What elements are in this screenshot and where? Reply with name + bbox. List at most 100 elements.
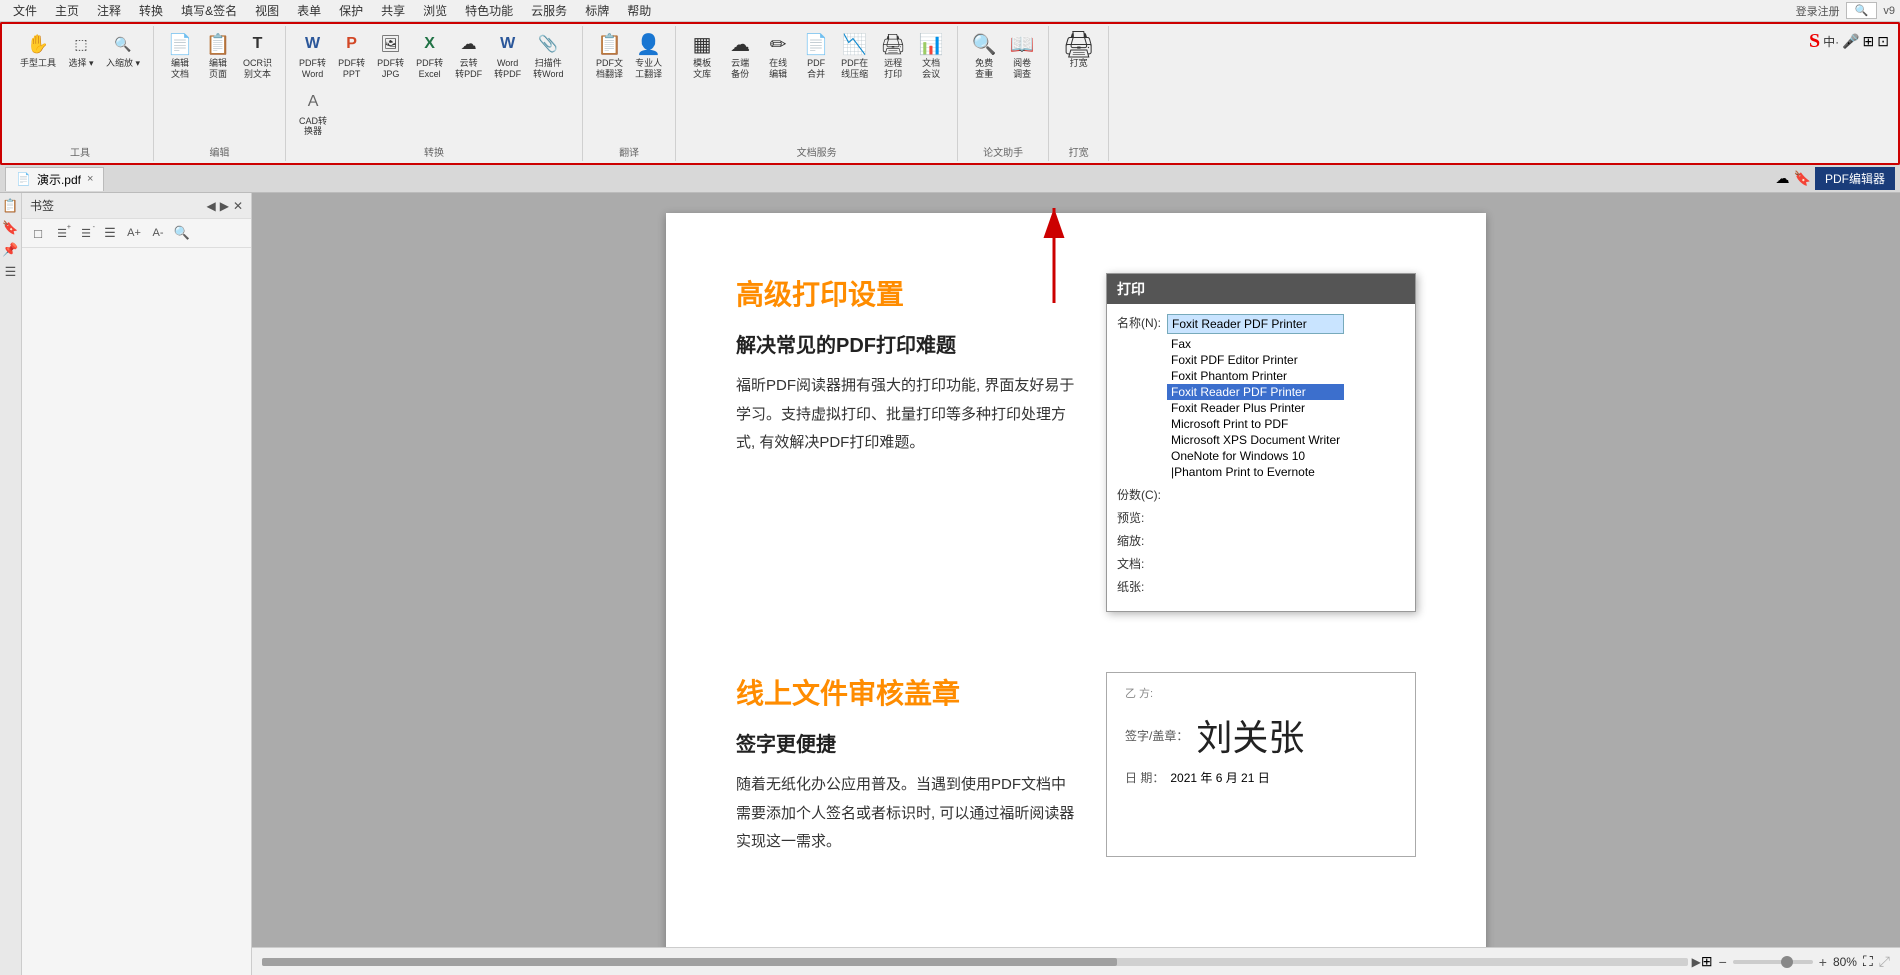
hand-tool-btn[interactable]: ✋ 手型工具: [15, 28, 61, 73]
pdf-translate-btn[interactable]: 📋 PDF文档翻译: [591, 28, 628, 84]
pdf-compress-btn[interactable]: 📉 PDF在线压缩: [836, 28, 873, 84]
mic-icon[interactable]: 🎤: [1842, 33, 1859, 50]
pdf-to-jpg-btn[interactable]: 🖼 PDF转JPG: [372, 28, 409, 84]
section2-subtitle: 签字更便捷: [736, 728, 1076, 757]
printer-ms-pdf[interactable]: Microsoft Print to PDF: [1167, 416, 1344, 432]
bookmark-icon-tab[interactable]: 🔖: [1794, 170, 1811, 187]
zoom-tool-btn[interactable]: 🔍 入缩放 ▾: [101, 28, 145, 73]
horizontal-scrollbar[interactable]: [262, 958, 1688, 966]
print-icon: 🖨: [1067, 32, 1091, 56]
sidebar-tool-font-plus[interactable]: A+: [124, 223, 144, 243]
register-btn[interactable]: 登录注册: [1796, 3, 1840, 19]
word-to-pdf-btn[interactable]: W Word转PDF: [489, 28, 526, 84]
doc-tab[interactable]: 📄 演示.pdf ×: [5, 167, 104, 191]
pdf-translate-icon: 📋: [598, 32, 622, 56]
grid-icon[interactable]: ⊡: [1877, 33, 1889, 50]
tab-close-btn[interactable]: ×: [87, 173, 93, 185]
sidebar-tool-font-minus[interactable]: A-: [148, 223, 168, 243]
printer-onenote[interactable]: OneNote for Windows 10: [1167, 448, 1344, 464]
ocr-btn[interactable]: T OCR识别文本: [238, 28, 277, 84]
zoom-plus-btn[interactable]: +: [1819, 954, 1827, 970]
sidebar-tool-doc[interactable]: □: [28, 223, 48, 243]
search-bar[interactable]: 🔍: [1846, 2, 1878, 19]
online-edit-btn[interactable]: ✏ 在线编辑: [760, 28, 796, 84]
cloud-pdf-icon: ☁: [457, 32, 481, 56]
menu-protect[interactable]: 保护: [331, 0, 371, 21]
pdf-to-excel-btn[interactable]: X PDF转Excel: [411, 28, 448, 84]
menu-special[interactable]: 特色功能: [457, 0, 521, 21]
menu-bar: 文件 主页 注释 转换 填写&签名 视图 表单 保护 共享 浏览 特色功能 云服…: [0, 0, 1900, 22]
cloud-icon-tab[interactable]: ☁: [1776, 170, 1790, 187]
sidebar-tool-plus-big[interactable]: ☰+: [52, 223, 72, 243]
remote-print-btn[interactable]: 🖨 远程打印: [875, 28, 911, 84]
zoom-minus-btn[interactable]: −: [1719, 954, 1727, 970]
pdf-to-word-btn[interactable]: W PDF转Word: [294, 28, 331, 84]
menu-sign2[interactable]: 标牌: [577, 0, 617, 21]
menu-sign[interactable]: 填写&签名: [173, 0, 245, 21]
sidebar-close-btn[interactable]: ✕: [233, 199, 243, 213]
pdf-to-ppt-btn[interactable]: P PDF转PPT: [333, 28, 370, 84]
sidebar-next-btn[interactable]: ▶: [220, 199, 229, 213]
read-survey-icon: 📖: [1010, 32, 1034, 56]
cad-converter-btn[interactable]: A CAD转换器: [294, 86, 332, 142]
select-tool-btn[interactable]: ⬚ 选择 ▾: [63, 28, 99, 73]
left-icon-bookmark[interactable]: 🔖: [2, 220, 18, 236]
sidebar-prev-btn[interactable]: ◀: [206, 199, 215, 213]
print-btn[interactable]: 🖨 打宽: [1061, 28, 1097, 73]
printer-ms-xps[interactable]: Microsoft XPS Document Writer: [1167, 432, 1344, 448]
cloud-pdf-label: 云转转PDF: [455, 58, 482, 80]
expand-icon[interactable]: ⛶: [1863, 953, 1873, 970]
online-edit-label: 在线编辑: [769, 58, 787, 80]
free-check-btn[interactable]: 🔍 免费查重: [966, 28, 1002, 84]
printer-phantom-evernote[interactable]: |Phantom Print to Evernote: [1167, 464, 1344, 480]
pdf-editor-label[interactable]: PDF编辑器: [1815, 167, 1895, 190]
left-icon-note[interactable]: 📌: [2, 242, 18, 258]
menu-home[interactable]: 主页: [47, 0, 87, 21]
human-translate-btn[interactable]: 👤 专业人工翻译: [630, 28, 667, 84]
pdf-tab-icon: 📄: [16, 172, 31, 186]
edit-page-btn[interactable]: 📋 编辑页面: [200, 28, 236, 84]
keyboard-icon[interactable]: ⊞: [1863, 33, 1875, 50]
scan-to-word-btn[interactable]: 📎 扫描件转Word: [528, 28, 568, 84]
remote-print-label: 远程打印: [884, 58, 902, 80]
scroll-right-btn[interactable]: ▶: [1692, 955, 1701, 969]
menu-share[interactable]: 共享: [373, 0, 413, 21]
cloud-to-pdf-btn[interactable]: ☁ 云转转PDF: [450, 28, 487, 84]
paper-group-label: 论文助手: [983, 141, 1023, 159]
sidebar-tool-minus-big[interactable]: ☰-: [76, 223, 96, 243]
scrollbar-thumb[interactable]: [262, 958, 1117, 966]
printer-fax[interactable]: Fax: [1167, 336, 1344, 352]
edit-doc-btn[interactable]: 📄 编辑文档: [162, 28, 198, 84]
print-dialog-body: 名称(N): Foxit Reader PDF Printer Fax Foxi…: [1107, 304, 1415, 611]
ocr-icon: T: [246, 32, 270, 56]
menu-browse[interactable]: 浏览: [415, 0, 455, 21]
printer-foxit-reader[interactable]: Foxit Reader PDF Printer: [1167, 384, 1344, 400]
menu-view[interactable]: 视图: [247, 0, 287, 21]
printer-foxit-plus[interactable]: Foxit Reader Plus Printer: [1167, 400, 1344, 416]
fullscreen-icon[interactable]: ⊞: [1701, 953, 1713, 970]
doc-meeting-btn[interactable]: 📊 文档会议: [913, 28, 949, 84]
menu-help[interactable]: 帮助: [619, 0, 659, 21]
print-name-input[interactable]: Foxit Reader PDF Printer: [1167, 314, 1344, 334]
left-icon-list[interactable]: ☰: [5, 264, 17, 280]
pdf-compress-label: PDF在线压缩: [841, 58, 868, 80]
sidebar-tool-list[interactable]: ☰: [100, 223, 120, 243]
printer-foxit-editor[interactable]: Foxit PDF Editor Printer: [1167, 352, 1344, 368]
template-library-btn[interactable]: ▦ 模板文库: [684, 28, 720, 84]
menu-form[interactable]: 表单: [289, 0, 329, 21]
pdf-excel-icon: X: [418, 32, 442, 56]
edit-page-label: 编辑页面: [209, 58, 227, 80]
ribbon-group-translate: 📋 PDF文档翻译 👤 专业人工翻译 翻译: [583, 26, 676, 161]
menu-file[interactable]: 文件: [5, 0, 45, 21]
menu-annotation[interactable]: 注释: [89, 0, 129, 21]
read-survey-btn[interactable]: 📖 阅卷调查: [1004, 28, 1040, 84]
zoom-slider[interactable]: [1733, 960, 1813, 964]
pdf-merge-btn[interactable]: 📄 PDF合并: [798, 28, 834, 84]
cloud-backup-btn[interactable]: ☁ 云端备份: [722, 28, 758, 84]
zoom-slider-thumb[interactable]: [1781, 956, 1793, 968]
left-icon-doc[interactable]: 📋: [2, 198, 18, 214]
printer-foxit-phantom[interactable]: Foxit Phantom Printer: [1167, 368, 1344, 384]
menu-cloud[interactable]: 云服务: [523, 0, 575, 21]
menu-convert[interactable]: 转换: [131, 0, 171, 21]
sidebar-tool-search[interactable]: 🔍: [172, 223, 192, 243]
